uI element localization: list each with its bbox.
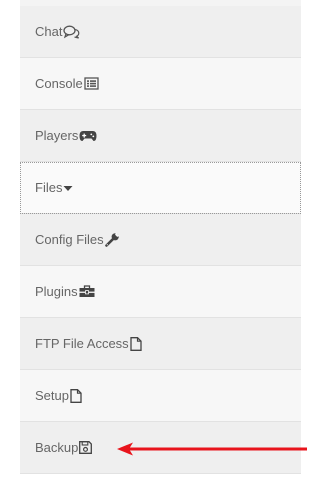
menu-item-label: Players	[35, 128, 79, 143]
sidebar-menu-panel: Chat Console Players Files Config Files …	[0, 0, 307, 481]
menu-item-setup[interactable]: Setup	[20, 370, 301, 422]
chat-icon	[63, 25, 80, 39]
wrench-icon	[104, 232, 120, 247]
menu-item-console[interactable]: Console	[20, 58, 301, 110]
menu-item-players[interactable]: Players	[20, 110, 301, 162]
file-icon	[130, 336, 142, 351]
menu-item-label: Plugins	[35, 284, 78, 299]
file-icon	[70, 388, 82, 403]
toolbox-icon	[79, 285, 95, 299]
menu-item-chat[interactable]: Chat	[20, 6, 301, 58]
console-icon	[84, 77, 99, 91]
sidebar-menu: Chat Console Players Files Config Files …	[20, 6, 301, 474]
menu-item-label: Config Files	[35, 232, 104, 247]
menu-item-files[interactable]: Files	[20, 162, 301, 214]
menu-item-label: Backup	[35, 440, 79, 455]
annotation-arrow	[117, 442, 307, 456]
gamepad-icon	[79, 129, 97, 143]
menu-item-ftp-file-access[interactable]: FTP File Access	[20, 318, 301, 370]
menu-item-config-files[interactable]: Config Files	[20, 214, 301, 266]
menu-item-label: Console	[35, 76, 83, 91]
menu-item-label: Files	[35, 180, 63, 195]
menu-item-label: Setup	[35, 388, 69, 403]
caret-down-icon	[63, 181, 73, 195]
save-icon	[79, 441, 93, 455]
menu-item-plugins[interactable]: Plugins	[20, 266, 301, 318]
menu-item-label: FTP File Access	[35, 336, 129, 351]
menu-item-label: Chat	[35, 24, 63, 39]
